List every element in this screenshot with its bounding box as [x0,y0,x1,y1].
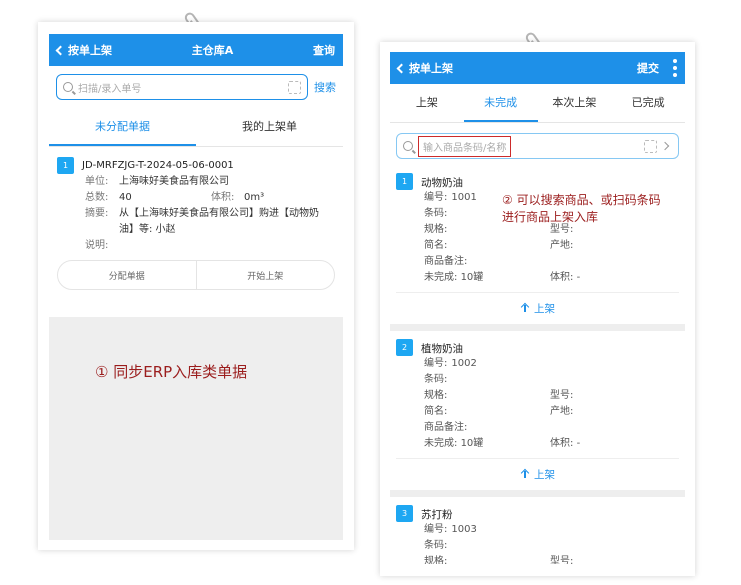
assign-button[interactable]: 分配单据 [58,261,196,289]
back-button[interactable]: 按单上架 [55,42,112,58]
summary-value: 从【上海味好美食品有限公司】购进【动物奶 [119,208,319,219]
index-badge: 2 [396,339,413,356]
annotation-text: ① 同步ERP入库类单据 [95,363,248,381]
tab-my-orders[interactable]: 我的上架单 [196,108,343,146]
search-button[interactable]: 搜索 [314,79,336,95]
left-phone-screen: 按单上架 主仓库A 查询 扫描/录入单号 搜索 未分配单据 我的上架单 1 JD… [49,34,343,540]
annotation-text: ② 可以搜索商品、或扫码条码 进行商品上架入库 [502,192,661,226]
goods-name: 植物奶油 [421,343,463,355]
unfinished-label: 未完成: [424,272,458,283]
note-label: 说明: [85,240,109,251]
more-icon[interactable] [673,59,677,77]
header-bar: 按单上架 主仓库A 查询 [49,34,343,66]
origin-label: 产地: [550,240,574,251]
volume-value: 0m³ [244,192,265,203]
order-number: JD-MRFZJG-T-2024-05-06-0001 [82,160,234,171]
search-icon [63,82,73,92]
goods-item[interactable]: 1 动物奶油 编号: 1001 条码: 规格: 型号: 简名: 产地: 商品备注: 未… [390,165,685,324]
search-row: 扫描/录入单号 搜索 [49,66,343,108]
goods-name: 动物奶油 [421,177,463,189]
tab-unassigned[interactable]: 未分配单据 [49,108,196,146]
unfinished-value: 10罐 [460,272,484,283]
chevron-left-icon [396,63,407,73]
upload-icon [520,469,530,480]
scan-icon[interactable] [288,80,301,94]
code-value: 1001 [451,192,477,203]
summary-value-cont: 油】等: 小赵 [119,224,176,235]
shelve-label: 上架 [534,469,555,481]
order-actions: 分配单据 开始上架 [57,260,335,290]
header-bar: 按单上架 提交 [390,52,685,84]
search-input[interactable]: 扫描/录入单号 [56,74,308,100]
annotation-line-1: ② 可以搜索商品、或扫码条码 [502,193,661,207]
index-badge: 1 [57,157,74,174]
code-label: 编号: [424,358,448,369]
model-label: 型号: [550,390,574,401]
search-placeholder: 扫描/录入单号 [78,83,142,95]
goods-item[interactable]: 3 苏打粉 编号: 1003 条码: 规格: 型号: [390,497,685,564]
code-value: 1003 [451,524,477,535]
empty-area: ① 同步ERP入库类单据 [49,317,343,540]
origin-label: 产地: [550,406,574,417]
tab-shelve[interactable]: 上架 [390,84,464,122]
goods-item[interactable]: 2 植物奶油 编号: 1002 条码: 规格: 型号: 简名: 产地: 商品备注: 未… [390,331,685,490]
tab-unfinished[interactable]: 未完成 [463,84,538,122]
unfinished-label: 未完成: [424,438,458,449]
barcode-label: 条码: [424,540,448,551]
back-label: 按单上架 [409,62,453,75]
short-label: 简名: [424,240,448,251]
spec-label: 规格: [424,390,448,401]
index-badge: 1 [396,173,413,190]
goods-search-input[interactable]: 输入商品条码/名称 [396,133,679,159]
code-value: 1002 [451,358,477,369]
start-shelving-button[interactable]: 开始上架 [195,261,335,289]
summary-label: 摘要: [85,208,109,219]
total-value: 40 [119,192,132,203]
code-label: 编号: [424,192,448,203]
barcode-label: 条码: [424,208,448,219]
right-phone-screen: 按单上架 提交 上架 未完成 本次上架 已完成 输入商品条码/名称 1 动物奶油 [390,52,685,564]
submit-button[interactable]: 提交 [637,60,659,76]
chevron-right-icon[interactable] [660,141,670,151]
volume-label: 体积: [211,192,235,203]
shelve-label: 上架 [534,303,555,315]
tab-bar: 上架 未完成 本次上架 已完成 [390,84,685,123]
search-placeholder: 输入商品条码/名称 [418,135,512,157]
tab-finished[interactable]: 已完成 [611,84,685,122]
unfinished-value: 10罐 [460,438,484,449]
scan-icon[interactable] [644,139,657,153]
volume-value: - [576,438,581,449]
back-label: 按单上架 [68,44,112,57]
order-card[interactable]: 1 JD-MRFZJG-T-2024-05-06-0001 单位: 上海味好美食品… [49,147,343,290]
unit-label: 单位: [85,176,109,187]
spec-label: 规格: [424,556,448,564]
upload-icon [520,303,530,314]
barcode-label: 条码: [424,374,448,385]
remark-label: 商品备注: [424,256,468,267]
volume-label: 体积: [550,272,574,283]
index-badge: 3 [396,505,413,522]
page-title: 主仓库A [191,44,234,57]
query-button[interactable]: 查询 [313,42,335,58]
shelve-button[interactable]: 上架 [396,292,679,324]
chevron-left-icon [55,45,66,55]
volume-value: - [576,272,581,283]
remark-label: 商品备注: [424,422,468,433]
total-label: 总数: [85,192,109,203]
goods-name: 苏打粉 [421,509,453,521]
model-label: 型号: [550,556,574,564]
annotation-line-2: 进行商品上架入库 [502,210,599,224]
left-screenshot-card: 按单上架 主仓库A 查询 扫描/录入单号 搜索 未分配单据 我的上架单 1 JD… [38,22,354,550]
right-screenshot-card: 按单上架 提交 上架 未完成 本次上架 已完成 输入商品条码/名称 1 动物奶油 [380,42,695,576]
short-label: 简名: [424,406,448,417]
shelve-button[interactable]: 上架 [396,458,679,490]
code-label: 编号: [424,524,448,535]
tab-bar: 未分配单据 我的上架单 [49,108,343,147]
unit-value: 上海味好美食品有限公司 [119,176,229,187]
volume-label: 体积: [550,438,574,449]
tab-this-time[interactable]: 本次上架 [538,84,612,122]
search-icon [403,141,413,151]
back-button[interactable]: 按单上架 [396,60,453,76]
